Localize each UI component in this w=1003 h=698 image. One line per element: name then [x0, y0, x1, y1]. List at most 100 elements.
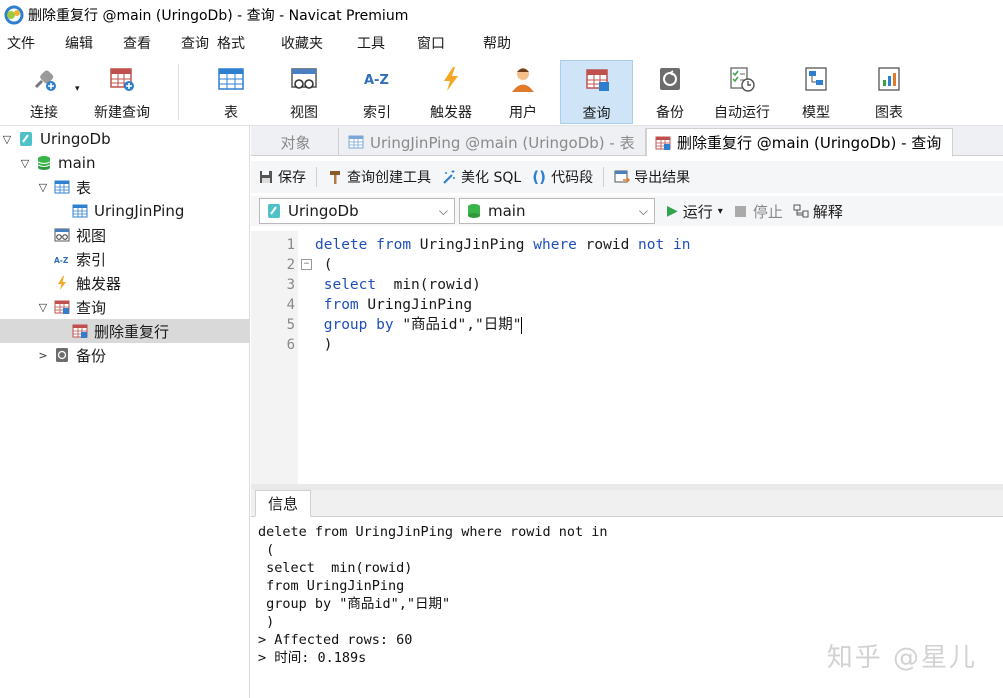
tree-item-tables[interactable]: ▽ 表: [0, 175, 250, 199]
beautify-sql-button[interactable]: 美化 SQL: [441, 167, 521, 187]
text-cursor: [521, 316, 523, 334]
run-button[interactable]: ▶ 运行 ▾: [667, 201, 723, 222]
table-icon: [72, 203, 88, 219]
backup-icon: [655, 64, 685, 94]
save-button[interactable]: 保存: [258, 167, 306, 187]
index-icon: A-Z: [54, 251, 70, 267]
menu-edit[interactable]: 编辑: [58, 30, 116, 58]
sql-editor[interactable]: 1 delete from UringJinPing where rowid no…: [251, 231, 1003, 484]
connection-select[interactable]: UringoDb ⌵: [259, 198, 455, 224]
code-line[interactable]: 2− (: [251, 255, 1003, 275]
view-button[interactable]: 视图: [283, 60, 325, 124]
line-number: 3: [286, 277, 295, 293]
query-icon: [655, 135, 671, 151]
code-line[interactable]: 3 select min(rowid): [251, 275, 1003, 295]
watermark: 知乎 @星儿: [826, 643, 977, 673]
connect-button[interactable]: 连接: [22, 60, 66, 124]
tree-item-triggers[interactable]: 触发器: [0, 271, 250, 295]
fold-toggle-icon[interactable]: −: [301, 259, 312, 270]
tab-info[interactable]: 信息: [255, 490, 311, 517]
chevron-down-icon[interactable]: ▽: [0, 133, 14, 146]
menu-favorites[interactable]: 收藏夹: [281, 30, 357, 58]
chevron-down-icon[interactable]: ▽: [18, 157, 32, 170]
sql-token: min(rowid): [376, 277, 481, 293]
toolbar-separator: [316, 167, 317, 187]
hammer-icon: [327, 169, 343, 185]
lightning-icon: [436, 64, 466, 94]
new-query-button[interactable]: 新建查询: [89, 60, 155, 124]
tree-item-query[interactable]: 删除重复行: [0, 319, 250, 343]
export-icon: [614, 169, 631, 185]
menu-view[interactable]: 查看: [116, 30, 176, 58]
tree-item-table[interactable]: UringJinPing: [0, 199, 250, 223]
database-icon: [36, 155, 52, 171]
run-dropdown-icon[interactable]: ▾: [718, 206, 723, 217]
code-text: from UringJinPing: [315, 295, 472, 315]
navicat-logo-icon: [4, 5, 24, 25]
tree-item-main[interactable]: ▽ main: [0, 151, 250, 175]
stop-icon: [733, 203, 749, 219]
sql-keyword: not: [638, 237, 665, 253]
code-line[interactable]: 5 group by "商品id","日期": [251, 315, 1003, 335]
menu-help[interactable]: 帮助: [483, 30, 543, 58]
user-button[interactable]: 用户: [503, 60, 543, 124]
tab-bar: 对象 UringJinPing @main (UringoDb) - 表 删除重…: [251, 126, 1003, 157]
tab-objects[interactable]: 对象: [253, 128, 339, 156]
menu-query[interactable]: 查询: [176, 30, 217, 58]
export-results-button[interactable]: 导出结果: [614, 167, 690, 187]
chevron-down-icon: ⌵: [638, 204, 648, 218]
explain-button[interactable]: 解释: [793, 201, 843, 222]
query-builder-button[interactable]: 查询创建工具: [327, 167, 431, 187]
tree-item-indexes[interactable]: A-Z 索引: [0, 247, 250, 271]
chevron-right-icon[interactable]: >: [36, 349, 50, 362]
table-button[interactable]: 表: [211, 60, 251, 124]
explain-icon: [793, 203, 809, 219]
index-button[interactable]: A-Z 索引: [356, 60, 398, 124]
tree-item-views[interactable]: 视图: [0, 223, 250, 247]
sql-token: UringJinPing: [411, 237, 534, 253]
chevron-down-icon[interactable]: ▽: [36, 181, 50, 194]
sql-token: UringJinPing: [358, 297, 473, 313]
auto-run-button[interactable]: 自动运行: [709, 60, 775, 124]
code-line[interactable]: 1 delete from UringJinPing where rowid no…: [251, 235, 1003, 255]
connect-dropdown-icon[interactable]: ▾: [75, 84, 80, 94]
database-select[interactable]: main ⌵: [459, 198, 655, 224]
code-line[interactable]: 6 ): [251, 335, 1003, 355]
window-title: 删除重复行 @main (UringoDb) - 查询 - Navicat Pr…: [28, 8, 409, 24]
model-button[interactable]: 模型: [796, 60, 836, 124]
stop-button[interactable]: 停止: [733, 201, 783, 222]
trigger-button[interactable]: 触发器: [426, 60, 476, 124]
magic-wand-icon: [441, 169, 457, 185]
code-text: delete from UringJinPing where rowid not…: [315, 235, 690, 255]
sql-keyword: group: [323, 317, 368, 333]
tree-item-queries[interactable]: ▽ 查询: [0, 295, 250, 319]
toolbar-separator: [603, 167, 605, 187]
menu-window[interactable]: 窗口: [417, 30, 483, 58]
menu-file[interactable]: 文件: [0, 30, 58, 58]
code-line[interactable]: 4 from UringJinPing: [251, 295, 1003, 315]
query-button[interactable]: 查询: [560, 60, 633, 124]
main-area: 对象 UringJinPing @main (UringoDb) - 表 删除重…: [251, 126, 1003, 698]
menu-tools[interactable]: 工具: [357, 30, 417, 58]
table-folder-icon: [54, 179, 70, 195]
code-text: group by "商品id","日期": [315, 315, 523, 335]
chevron-down-icon[interactable]: ▽: [36, 301, 50, 314]
line-number: 5: [286, 317, 295, 333]
line-number: 4: [286, 297, 295, 313]
tree-item-backups[interactable]: > 备份: [0, 343, 250, 367]
lightning-icon: [54, 275, 70, 291]
sql-token: ): [315, 337, 333, 353]
tab-query-delete-duplicates[interactable]: 删除重复行 @main (UringoDb) - 查询: [646, 128, 953, 157]
code-snippet-button[interactable]: () 代码段: [531, 167, 593, 187]
info-line: delete from UringJinPing where rowid not…: [258, 524, 608, 540]
play-icon: ▶: [667, 203, 678, 219]
table-icon: [348, 134, 364, 150]
tab-table-uringjinping[interactable]: UringJinPing @main (UringoDb) - 表: [340, 128, 646, 156]
backup-button[interactable]: 备份: [650, 60, 690, 124]
chart-button[interactable]: 图表: [869, 60, 909, 124]
view-icon: [289, 64, 319, 94]
query-icon: [72, 323, 88, 339]
plug-icon: [29, 64, 59, 94]
menu-format[interactable]: 格式: [217, 30, 281, 58]
tree-item-connection[interactable]: ▽ UringoDb: [0, 127, 250, 151]
